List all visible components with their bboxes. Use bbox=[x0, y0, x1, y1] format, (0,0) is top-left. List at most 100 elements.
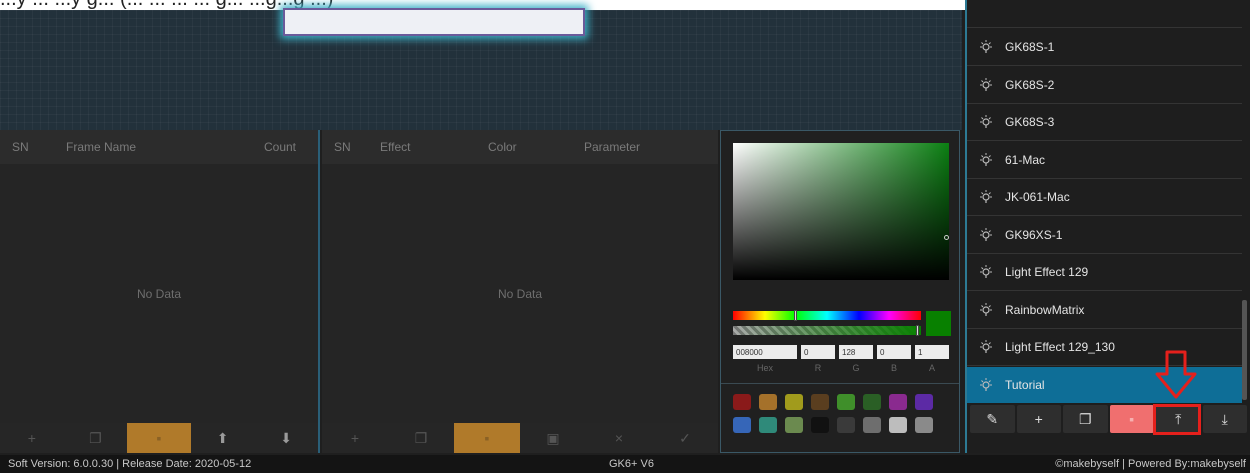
light-bulb-icon bbox=[979, 377, 993, 393]
column-sn: SN bbox=[334, 140, 351, 154]
preset-color-swatch[interactable] bbox=[811, 417, 829, 433]
r-label: R bbox=[814, 363, 822, 373]
copy-icon: ❐ bbox=[414, 429, 428, 446]
copy-effect-button[interactable]: ❐ bbox=[388, 423, 454, 453]
effect-table-header: SN Effect Color Parameter bbox=[322, 130, 718, 164]
plus-icon: + bbox=[350, 430, 360, 446]
copy-frame-button[interactable]: ❐ bbox=[64, 423, 128, 453]
light-bulb-icon bbox=[979, 264, 993, 280]
light-bulb-icon bbox=[979, 39, 993, 55]
column-frame-name: Frame Name bbox=[66, 140, 137, 154]
b-input[interactable] bbox=[877, 345, 911, 359]
alpha-handle[interactable] bbox=[916, 325, 919, 336]
confirm-effect-button[interactable]: ✓ bbox=[652, 423, 718, 453]
preset-color-swatch[interactable] bbox=[889, 394, 907, 410]
plus-icon: + bbox=[1034, 411, 1043, 427]
add-effect-button[interactable]: + bbox=[322, 423, 388, 453]
preset-color-swatch[interactable] bbox=[759, 417, 777, 433]
list-toolbar: ✎ + ❐ ▪ ⤒ ⤓ bbox=[967, 403, 1250, 435]
list-scrollbar[interactable] bbox=[1242, 300, 1247, 400]
download-button[interactable]: ⤓ bbox=[1202, 405, 1247, 433]
lighting-list-item[interactable]: GK68S-1 bbox=[967, 29, 1242, 66]
preset-color-swatch[interactable] bbox=[863, 394, 881, 410]
column-count: Count bbox=[263, 140, 297, 154]
lighting-item-label: Light Effect 129 bbox=[1005, 265, 1089, 279]
add-button[interactable]: + bbox=[1016, 405, 1061, 433]
trash-icon: ▪ bbox=[156, 430, 162, 446]
delete-effect-button[interactable]: ▪ bbox=[454, 423, 520, 453]
saturation-value-area[interactable] bbox=[733, 143, 949, 280]
lighting-list-item-partial[interactable] bbox=[967, 0, 1242, 28]
copy-button[interactable]: ❐ bbox=[1063, 405, 1108, 433]
preset-color-swatch[interactable] bbox=[915, 417, 933, 433]
preview-effect-button[interactable]: ▣ bbox=[520, 423, 586, 453]
preset-color-swatch[interactable] bbox=[733, 394, 751, 410]
download-icon: ⤓ bbox=[1221, 410, 1228, 427]
check-icon: ✓ bbox=[679, 429, 691, 446]
light-bulb-icon bbox=[979, 152, 993, 168]
lighting-list-item[interactable]: GK68S-2 bbox=[967, 67, 1242, 104]
light-bulb-icon bbox=[979, 302, 993, 318]
delete-button[interactable]: ▪ bbox=[1109, 405, 1154, 433]
delete-frame-button[interactable]: ▪ bbox=[127, 423, 191, 453]
trash-icon: ▪ bbox=[484, 430, 490, 446]
edit-icon: ✎ bbox=[986, 410, 999, 427]
preset-color-swatch[interactable] bbox=[785, 417, 803, 433]
arrow-up-icon: ⬆ bbox=[216, 429, 229, 446]
frame-panel: SN Frame Name Count No Data + ❐ ▪ ⬆ ⬇ bbox=[0, 130, 320, 453]
add-frame-button[interactable]: + bbox=[0, 423, 64, 453]
color-cursor[interactable] bbox=[944, 235, 949, 240]
lighting-list-item[interactable]: GK68S-3 bbox=[967, 104, 1242, 141]
version-text: Soft Version: 6.0.0.30 | Release Date: 2… bbox=[8, 458, 252, 470]
preset-color-swatch[interactable] bbox=[837, 417, 855, 433]
column-color: Color bbox=[488, 140, 517, 154]
preset-color-swatch[interactable] bbox=[785, 394, 803, 410]
cancel-effect-button[interactable]: × bbox=[586, 423, 652, 453]
preset-color-swatch[interactable] bbox=[811, 394, 829, 410]
preset-color-swatch[interactable] bbox=[759, 394, 777, 410]
close-icon: × bbox=[614, 430, 624, 446]
g-input[interactable] bbox=[839, 345, 873, 359]
lighting-list-item[interactable]: 61-Mac bbox=[967, 142, 1242, 179]
effect-empty-text: No Data bbox=[497, 287, 543, 301]
lighting-item-label: GK68S-2 bbox=[1005, 77, 1055, 92]
column-effect: Effect bbox=[380, 140, 411, 154]
move-down-button[interactable]: ⬇ bbox=[254, 423, 318, 453]
product-name: GK6+ V6 bbox=[609, 458, 654, 470]
preset-color-swatch[interactable] bbox=[915, 394, 933, 410]
upload-icon: ⤒ bbox=[1175, 410, 1182, 427]
lighting-list-item[interactable]: GK96XS-1 bbox=[967, 217, 1242, 254]
a-input[interactable] bbox=[915, 345, 949, 359]
preset-color-swatch[interactable] bbox=[733, 417, 751, 433]
lighting-list-item[interactable]: RainbowMatrix bbox=[967, 292, 1242, 329]
lighting-item-label: RainbowMatrix bbox=[1005, 302, 1085, 317]
light-bulb-icon bbox=[979, 339, 993, 355]
lighting-list-item[interactable]: Light Effect 129 bbox=[967, 254, 1242, 291]
hue-handle[interactable] bbox=[794, 310, 797, 321]
preset-color-swatch[interactable] bbox=[837, 394, 855, 410]
frame-table-header: SN Frame Name Count bbox=[0, 130, 318, 164]
copy-icon: ❐ bbox=[89, 429, 102, 446]
copyright-text: ©makebyself | Powered By:makebyself bbox=[1055, 458, 1246, 470]
play-icon: ▣ bbox=[546, 429, 560, 446]
alpha-slider[interactable] bbox=[733, 325, 921, 336]
upload-button[interactable]: ⤒ bbox=[1156, 405, 1201, 433]
lighting-list-item[interactable]: Light Effect 129_130 bbox=[967, 329, 1242, 366]
lighting-item-label: GK96XS-1 bbox=[1005, 227, 1063, 242]
lighting-list-item[interactable]: JK-061-Mac bbox=[967, 179, 1242, 216]
color-inputs: Hex R G B A bbox=[733, 345, 949, 373]
move-up-button[interactable]: ⬆ bbox=[191, 423, 255, 453]
r-input[interactable] bbox=[801, 345, 835, 359]
preset-color-swatch[interactable] bbox=[863, 417, 881, 433]
hex-input[interactable] bbox=[733, 345, 797, 359]
edit-button[interactable]: ✎ bbox=[970, 405, 1015, 433]
light-bulb-icon bbox=[979, 227, 993, 243]
keyboard-key-highlight[interactable] bbox=[283, 8, 585, 36]
lighting-list-item[interactable]: Tutorial bbox=[967, 366, 1242, 404]
effect-panel: SN Effect Color Parameter No Data + ❐ ▪ … bbox=[322, 130, 718, 453]
hue-slider[interactable] bbox=[733, 310, 921, 321]
preset-color-swatch[interactable] bbox=[889, 417, 907, 433]
arrow-down-icon: ⬇ bbox=[280, 429, 293, 446]
annotation-arrow-icon bbox=[1155, 350, 1197, 399]
trash-icon: ▪ bbox=[1129, 411, 1135, 427]
